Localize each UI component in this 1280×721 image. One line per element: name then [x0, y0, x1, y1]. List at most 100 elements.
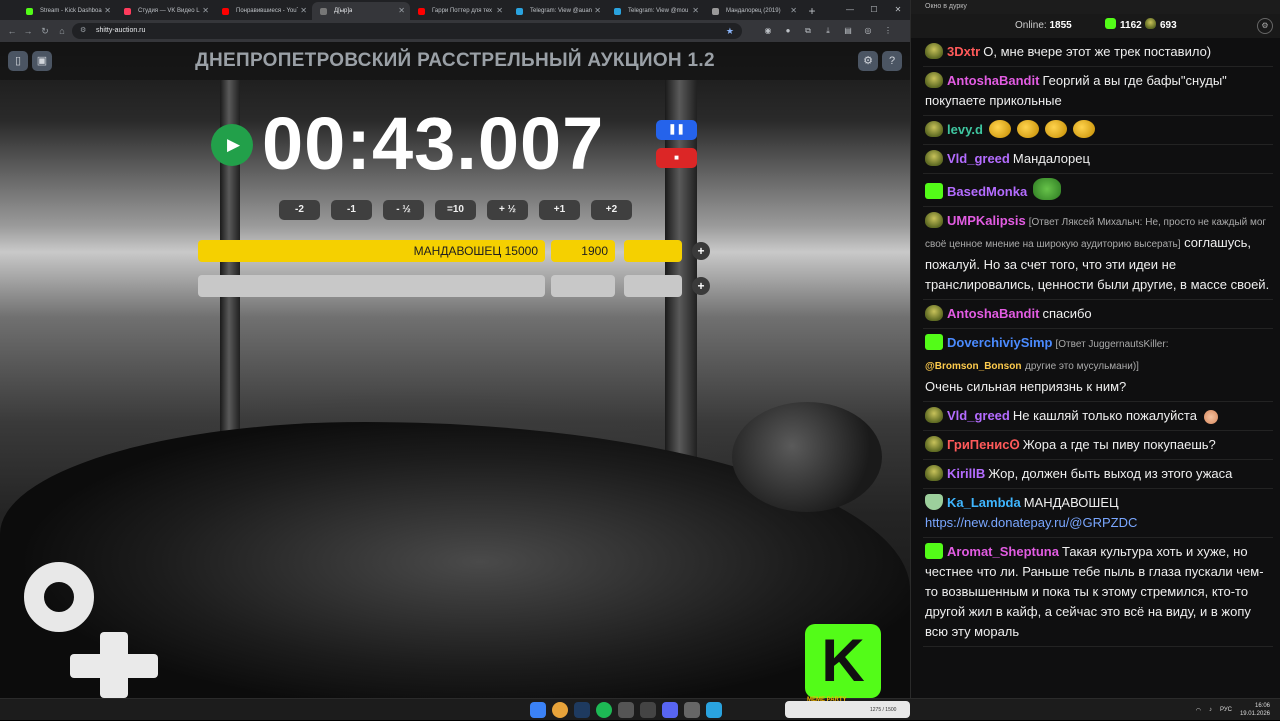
chat-message: 3Dxtr О, мне вчере этот же трек поставило… — [923, 38, 1273, 67]
chat-username[interactable]: BasedMonka — [947, 184, 1027, 199]
pause-button[interactable]: ❚❚ — [656, 120, 697, 140]
system-tray: ◠ ♪ РУС 16:06 19.01.2026 — [1196, 699, 1270, 721]
lot-name-input[interactable] — [198, 275, 545, 297]
chat-settings-icon[interactable]: ⚙ — [1257, 18, 1273, 34]
bookmark-star-icon[interactable]: ★ — [726, 23, 734, 39]
extension-icon-2[interactable]: ● — [780, 23, 796, 39]
steam-icon[interactable] — [574, 702, 590, 718]
back-icon[interactable]: ← — [4, 23, 20, 39]
meme-party-label: MEME PARTY — [807, 697, 847, 703]
chat-username[interactable]: UMPKalipsis — [947, 213, 1026, 228]
tab-close-icon[interactable]: ✕ — [594, 2, 601, 20]
time-adjust-button[interactable]: +2 — [591, 200, 632, 220]
chat-link[interactable]: https://new.donatepay.ru/@GRPZDC — [925, 515, 1137, 530]
lot-amount-input[interactable]: 1900 — [551, 240, 615, 262]
chat-username[interactable]: Vld_greed — [947, 408, 1010, 423]
chat-username[interactable]: AntoshaBandit — [947, 306, 1039, 321]
chat-message-text: Жора а где ты пиву покупаешь? — [1022, 437, 1216, 452]
tab-close-icon[interactable]: ✕ — [692, 2, 699, 20]
reload-icon[interactable]: ↻ — [37, 23, 53, 39]
browser-tab[interactable]: Гарри Поттер для тех ✕ — [410, 2, 508, 20]
start-icon[interactable] — [530, 702, 546, 718]
time-adjust-row: -2 -1 - ½ =10 + ½ +1 +2 — [279, 200, 632, 220]
tab-close-icon[interactable]: ✕ — [790, 2, 797, 20]
play-button[interactable]: ▶ — [211, 124, 253, 166]
kick-badge-icon — [925, 183, 943, 199]
chat-username[interactable]: DoverchiviySimp — [947, 335, 1053, 350]
chat-message: AntoshaBandit Георгий а вы где бафы"снуды… — [923, 67, 1273, 116]
sidebar-icon[interactable]: ▤ — [840, 23, 856, 39]
close-window-button[interactable]: ✕ — [886, 0, 910, 20]
chat-username[interactable]: Vld_greed — [947, 151, 1010, 166]
meme-party-widget[interactable]: MEME PARTY 1275 / 1500 — [785, 697, 910, 718]
add-amount-button[interactable]: + — [692, 242, 710, 260]
browser-tab[interactable]: Д[ыр]а ✕ — [312, 2, 410, 20]
lot-amount-input[interactable] — [551, 275, 615, 297]
kick-icon — [1105, 18, 1116, 29]
time-adjust-button[interactable]: -1 — [331, 200, 372, 220]
spotify-icon[interactable] — [596, 702, 612, 718]
time-adjust-button[interactable]: - ½ — [383, 200, 424, 220]
chat-username[interactable]: 3Dxtr — [947, 44, 980, 59]
tab-close-icon[interactable]: ✕ — [398, 2, 405, 20]
clock[interactable]: 16:06 19.01.2026 — [1240, 702, 1270, 718]
tab-close-icon[interactable]: ✕ — [496, 2, 503, 20]
minimize-button[interactable]: — — [838, 0, 862, 20]
chat-username[interactable]: AntoshaBandit — [947, 73, 1039, 88]
chat-username[interactable]: Aromat_Sheptuna — [947, 544, 1059, 559]
app-icon[interactable] — [640, 702, 656, 718]
browser-tab[interactable]: Telegram: View @mou ✕ — [606, 2, 704, 20]
home-icon[interactable]: ⌂ — [54, 23, 70, 39]
forward-icon[interactable]: → — [20, 23, 36, 39]
online-label: Online: — [1015, 20, 1047, 31]
lot-name-input[interactable]: МАНДАВОШЕЦ 15000 — [198, 240, 545, 262]
add-amount-button[interactable]: + — [692, 277, 710, 295]
tab-favicon-icon — [614, 8, 621, 15]
meme-party-count: 1275 / 1500 — [870, 707, 897, 713]
new-tab-button[interactable]: + — [802, 2, 822, 20]
chat-username[interactable]: KirillB — [947, 466, 985, 481]
time-adjust-button[interactable]: =10 — [435, 200, 476, 220]
tab-close-icon[interactable]: ✕ — [104, 2, 111, 20]
telegram-icon[interactable] — [706, 702, 722, 718]
mention[interactable]: @Bromson_Bonson — [925, 361, 1021, 372]
chat-username[interactable]: levy.d — [947, 122, 983, 137]
page-header: ▯ ▣ ДНЕПРОПЕТРОВСКИЙ РАССТРЕЛЬНЫЙ АУКЦИО… — [0, 42, 910, 80]
extension-icon[interactable]: ◉ — [760, 23, 776, 39]
decorative-plus — [70, 632, 160, 698]
menu-icon[interactable]: ⋮ — [880, 23, 896, 39]
lot-extra-input[interactable] — [624, 240, 682, 262]
discord-icon[interactable] — [662, 702, 678, 718]
frog-emote-icon — [1033, 178, 1062, 200]
browser-tab[interactable]: Студия — VK Видео Live✕ — [116, 2, 214, 20]
chrome-icon[interactable] — [552, 702, 568, 718]
profile-icon[interactable]: ◎ — [860, 23, 876, 39]
chat-username[interactable]: ГриПенисꙨ — [947, 437, 1020, 452]
stop-button[interactable]: ■ — [656, 148, 697, 168]
tab-close-icon[interactable]: ✕ — [300, 2, 307, 20]
settings-icon[interactable]: ⚙ — [858, 51, 878, 71]
time-adjust-button[interactable]: + ½ — [487, 200, 528, 220]
language-indicator[interactable]: РУС — [1220, 707, 1232, 713]
maximize-button[interactable]: ☐ — [862, 0, 886, 20]
browser-tab[interactable]: Telegram: View @auan ✕ — [508, 2, 606, 20]
download-icon[interactable]: ⤓ — [820, 23, 836, 39]
site-info-icon[interactable]: ⚙ — [80, 23, 86, 39]
help-icon[interactable]: ? — [882, 51, 902, 71]
volume-icon[interactable]: ♪ — [1209, 707, 1212, 713]
lot-extra-input[interactable] — [624, 275, 682, 297]
chat-messages: 3Dxtr О, мне вчере этот же трек поставило… — [923, 38, 1273, 698]
time-adjust-button[interactable]: -2 — [279, 200, 320, 220]
tab-close-icon[interactable]: ✕ — [202, 2, 209, 20]
puzzle-icon[interactable]: ⧉ — [800, 23, 816, 39]
wifi-icon[interactable]: ◠ — [1196, 707, 1201, 714]
address-bar[interactable]: ⚙ shitty-auction.ru ★ — [72, 23, 742, 39]
chat-username[interactable]: Ka_Lambda — [947, 495, 1021, 510]
obs-icon[interactable] — [618, 702, 634, 718]
time-adjust-button[interactable]: +1 — [539, 200, 580, 220]
browser-tab[interactable]: Понравившиеся - YouTube✕ — [214, 2, 312, 20]
app-icon-2[interactable] — [684, 702, 700, 718]
online-count: 1855 — [1049, 20, 1072, 31]
browser-tab[interactable]: Stream - Kick Dashboard ✕ — [18, 2, 116, 20]
browser-tab[interactable]: Мандалорец (2019) ✕ — [704, 2, 802, 20]
